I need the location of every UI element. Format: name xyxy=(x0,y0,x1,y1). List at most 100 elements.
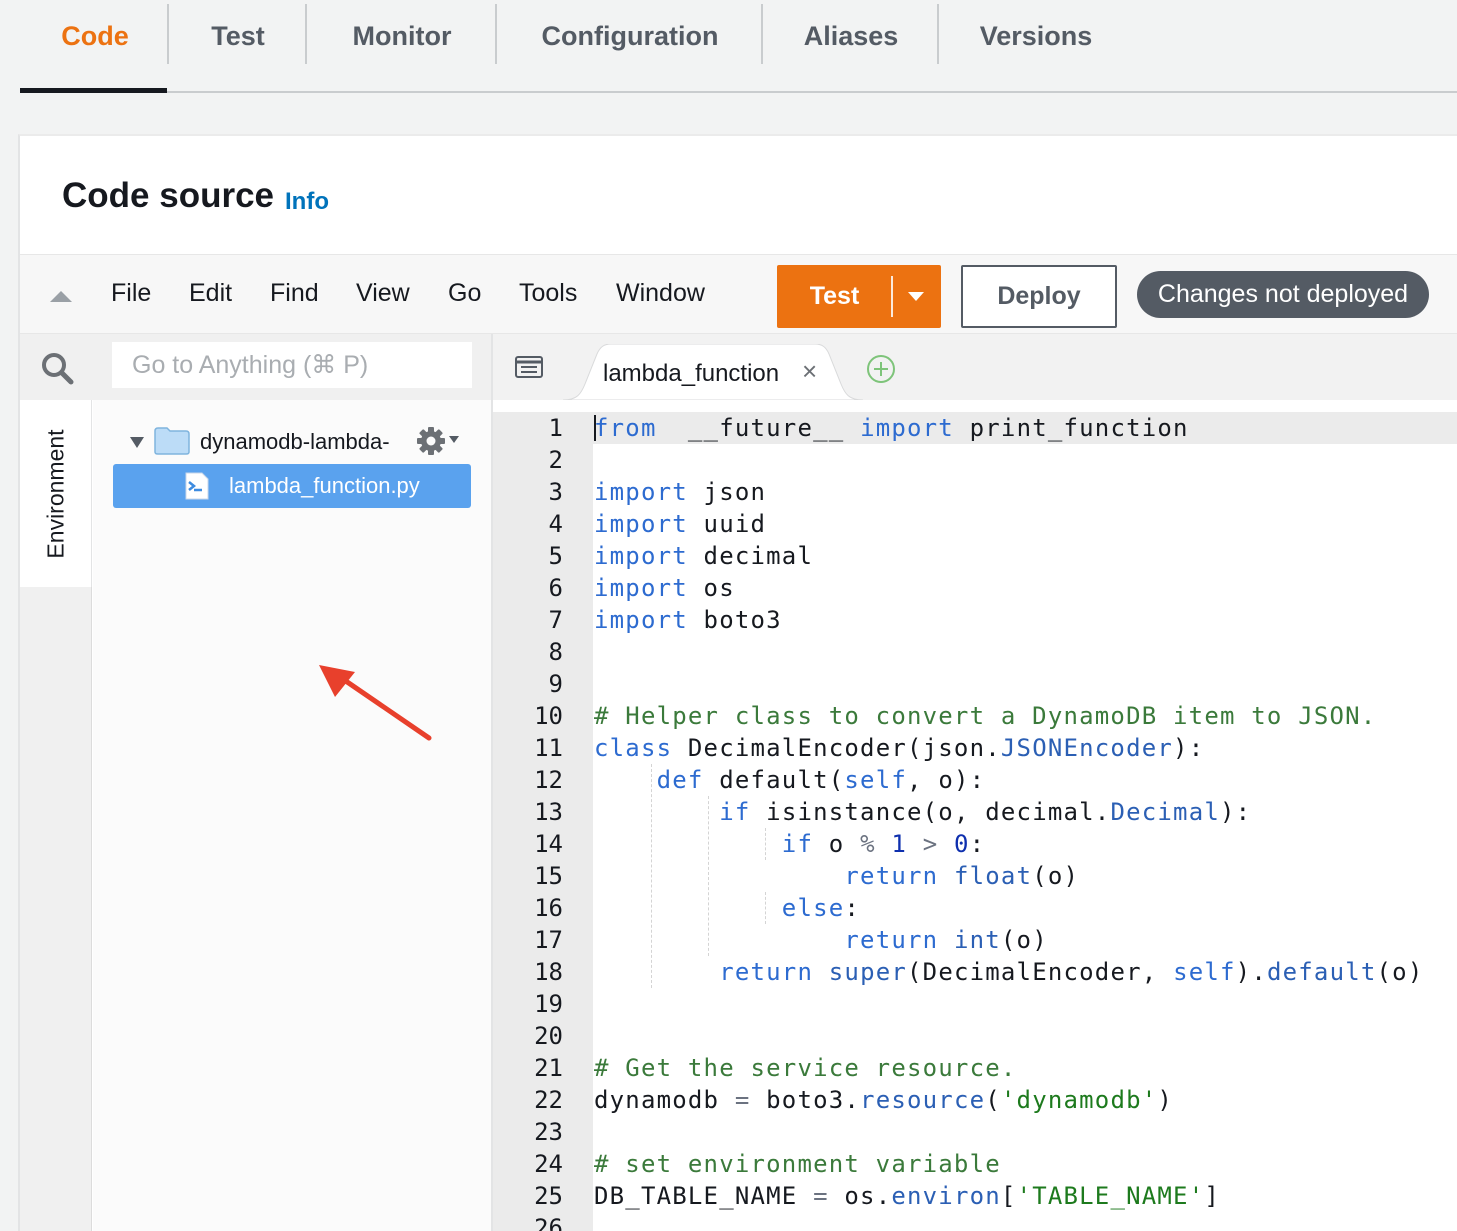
line-number: 6 xyxy=(493,572,593,604)
code-token: self xyxy=(844,766,908,794)
tab-lambda-function[interactable]: lambda_function × xyxy=(563,344,863,400)
test-button-label[interactable]: Test xyxy=(777,265,892,328)
code-line[interactable]: 26 xyxy=(493,1212,1457,1231)
chevron-down-icon[interactable] xyxy=(908,292,924,301)
code-token: 'TABLE_NAME' xyxy=(1016,1182,1205,1210)
code-token: environ xyxy=(891,1182,1001,1210)
code-line[interactable]: 17 return int(o) xyxy=(493,924,1457,956)
code-line[interactable]: 24 # set environment variable xyxy=(493,1148,1457,1180)
code-line[interactable]: 22 dynamodb = boto3.resource('dynamodb') xyxy=(493,1084,1457,1116)
folder-name: dynamodb-lambda- xyxy=(200,429,390,454)
search-icon[interactable] xyxy=(40,351,74,385)
tab-test[interactable]: Test xyxy=(180,16,296,56)
tab-code[interactable]: Code xyxy=(40,16,150,56)
menu-edit[interactable]: Edit xyxy=(189,279,232,308)
code-text: def default(self, o): xyxy=(594,764,985,796)
code-line[interactable]: 2 xyxy=(493,444,1457,476)
tab-monitor[interactable]: Monitor xyxy=(318,16,486,56)
menu-find[interactable]: Find xyxy=(270,279,319,308)
code-token: return xyxy=(719,958,814,986)
editor-tabs: lambda_function × xyxy=(493,334,1457,400)
tab-list-icon[interactable] xyxy=(515,356,543,378)
code-line[interactable]: 21 # Get the service resource. xyxy=(493,1052,1457,1084)
environment-tab[interactable]: Environment xyxy=(20,400,92,587)
code-line[interactable]: 23 xyxy=(493,1116,1457,1148)
code-line[interactable]: 13 if isinstance(o, decimal.Decimal): xyxy=(493,796,1457,828)
menu-go[interactable]: Go xyxy=(448,279,481,308)
lambda-console: Code Test Monitor Configuration Aliases … xyxy=(0,0,1457,1231)
code-token: [ xyxy=(1000,1182,1017,1210)
code-token: import xyxy=(594,574,688,602)
code-line[interactable]: 4 import uuid xyxy=(493,508,1457,540)
code-line[interactable]: 1 from __future__ import print_function xyxy=(493,412,1457,444)
expand-triangle-icon[interactable] xyxy=(130,437,144,448)
text-cursor xyxy=(594,415,596,441)
function-tabs: Code Test Monitor Configuration Aliases … xyxy=(0,0,1457,94)
code-token: : xyxy=(969,830,986,858)
code-line[interactable]: 16 else: xyxy=(493,892,1457,924)
code-line[interactable]: 10 # Helper class to convert a DynamoDB i… xyxy=(493,700,1457,732)
code-token: , o): xyxy=(907,766,986,794)
tree-folder-row[interactable]: dynamodb-lambda- xyxy=(93,422,492,462)
code-text: # Get the service resource. xyxy=(594,1052,1017,1084)
tab-aliases[interactable]: Aliases xyxy=(774,16,928,56)
tab-versions[interactable]: Versions xyxy=(950,16,1122,56)
code-line[interactable]: 15 return float(o) xyxy=(493,860,1457,892)
close-icon[interactable]: × xyxy=(802,356,817,387)
tabs-baseline xyxy=(20,91,1457,93)
code-token: 'dynamodb' xyxy=(1000,1086,1158,1114)
code-line[interactable]: 19 xyxy=(493,988,1457,1020)
code-line[interactable]: 20 xyxy=(493,1020,1457,1052)
line-number: 16 xyxy=(493,892,593,924)
menu-view[interactable]: View xyxy=(356,279,410,308)
line-number: 9 xyxy=(493,668,593,700)
tab-divider xyxy=(495,4,497,64)
test-button[interactable]: Test xyxy=(777,265,941,328)
code-text: if o % 1 > 0: xyxy=(594,828,985,860)
line-number: 22 xyxy=(493,1084,593,1116)
code-line[interactable]: 6 import os xyxy=(493,572,1457,604)
status-badge: Changes not deployed xyxy=(1137,271,1429,318)
code-line[interactable]: 7 import boto3 xyxy=(493,604,1457,636)
code-line[interactable]: 5 import decimal xyxy=(493,540,1457,572)
code-line[interactable]: 8 xyxy=(493,636,1457,668)
annotation-arrow-icon xyxy=(319,665,432,741)
add-tab-icon[interactable] xyxy=(866,354,896,384)
code-line[interactable]: 14 if o % 1 > 0: xyxy=(493,828,1457,860)
chevron-down-icon[interactable] xyxy=(449,436,459,443)
code-line[interactable]: 25 DB_TABLE_NAME = os.environ['TABLE_NAME… xyxy=(493,1180,1457,1212)
code-token: # set environment variable xyxy=(594,1150,1001,1178)
tree-file-selected[interactable]: lambda_function.py xyxy=(113,464,471,508)
menu-tools[interactable]: Tools xyxy=(519,279,577,308)
line-number: 26 xyxy=(493,1212,593,1231)
line-number: 3 xyxy=(493,476,593,508)
collapse-icon[interactable] xyxy=(50,291,72,302)
code-line[interactable]: 12 def default(self, o): xyxy=(493,764,1457,796)
code-token: def xyxy=(656,766,704,794)
code-editor[interactable]: 1 from __future__ import print_function 2 3… xyxy=(493,400,1457,1231)
line-number: 7 xyxy=(493,604,593,636)
menu-window[interactable]: Window xyxy=(616,279,705,308)
code-line[interactable]: 11 class DecimalEncoder(json.JSONEncoder)… xyxy=(493,732,1457,764)
menu-file[interactable]: File xyxy=(111,279,151,308)
deploy-button[interactable]: Deploy xyxy=(961,265,1117,328)
go-to-anything-input[interactable] xyxy=(112,342,472,388)
indent-guide xyxy=(651,764,652,988)
tab-configuration[interactable]: Configuration xyxy=(508,16,752,56)
code-line[interactable]: 9 xyxy=(493,668,1457,700)
code-token: import xyxy=(594,510,688,538)
file-tree: dynamodb-lambda- lambda_function.py xyxy=(93,400,492,1231)
gear-icon[interactable] xyxy=(416,426,446,456)
code-line[interactable]: 3 import json xyxy=(493,476,1457,508)
test-button-divider xyxy=(891,276,893,317)
line-number: 10 xyxy=(493,700,593,732)
code-token: (o) xyxy=(1000,926,1048,954)
code-token: super xyxy=(828,958,908,986)
code-line[interactable]: 18 return super(DecimalEncoder, self).de… xyxy=(493,956,1457,988)
info-link[interactable]: Info xyxy=(285,188,329,216)
